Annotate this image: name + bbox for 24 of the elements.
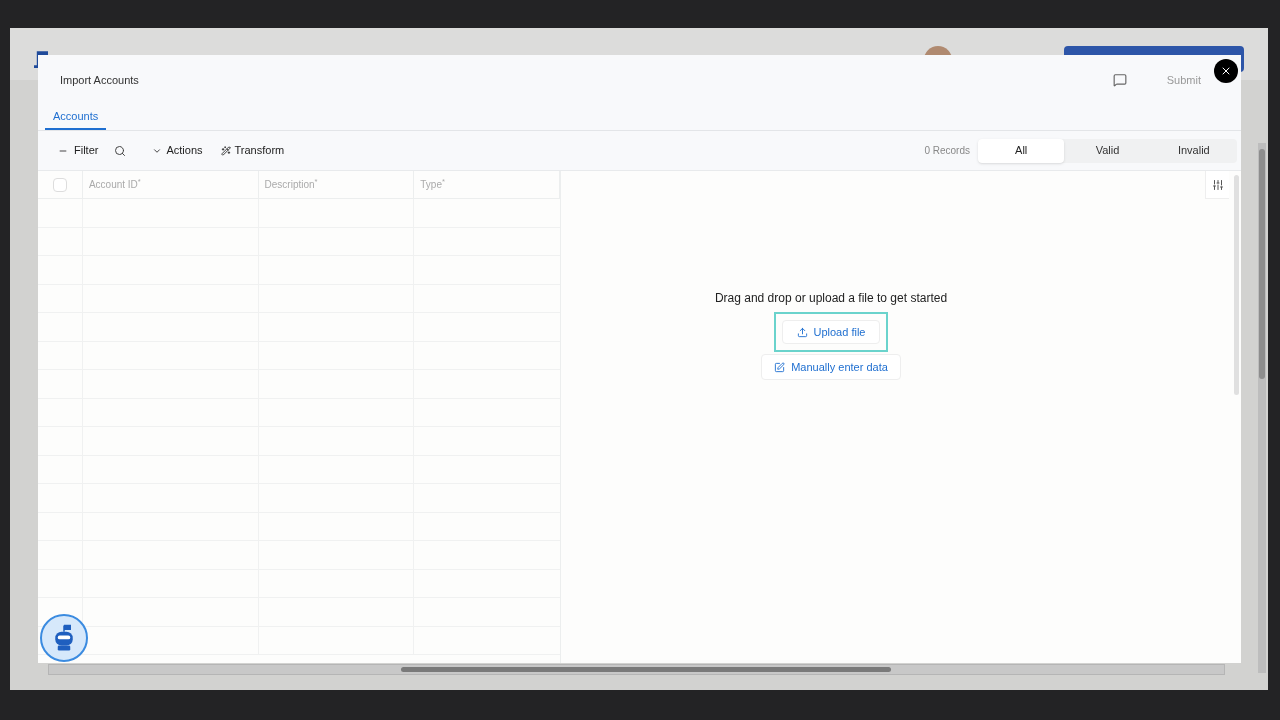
magic-wand-icon bbox=[220, 145, 231, 156]
upload-icon bbox=[796, 326, 808, 338]
horizontal-scrollbar-thumb[interactable] bbox=[401, 667, 891, 672]
manual-entry-button[interactable]: Manually enter data bbox=[761, 354, 901, 380]
records-count: 0 Records bbox=[924, 144, 970, 158]
dialog-scrollbar[interactable] bbox=[1234, 175, 1239, 395]
segment-tab[interactable]: All bbox=[978, 138, 1065, 163]
segment-tab[interactable]: Invalid bbox=[1150, 138, 1237, 163]
transform-button[interactable]: Transform bbox=[220, 142, 285, 159]
filter-button[interactable]: Filter bbox=[58, 142, 99, 159]
segment-tab[interactable]: Valid bbox=[1064, 138, 1151, 163]
empty-state-message: Drag and drop or upload a file to get started bbox=[714, 290, 948, 307]
chat-icon[interactable] bbox=[1112, 73, 1127, 87]
close-icon bbox=[1220, 65, 1232, 77]
select-all-checkbox[interactable] bbox=[52, 177, 67, 192]
search-icon[interactable] bbox=[114, 144, 127, 157]
actions-button[interactable]: Actions bbox=[152, 142, 203, 159]
upload-file-button[interactable]: Upload file bbox=[781, 320, 881, 344]
edit-icon bbox=[774, 361, 786, 373]
column-settings-button[interactable] bbox=[1205, 171, 1229, 199]
sliders-icon bbox=[1211, 178, 1224, 191]
dialog-title: Import Accounts bbox=[60, 72, 139, 88]
tab[interactable]: Accounts bbox=[45, 105, 107, 130]
scrollbar-thumb[interactable] bbox=[1259, 149, 1265, 379]
